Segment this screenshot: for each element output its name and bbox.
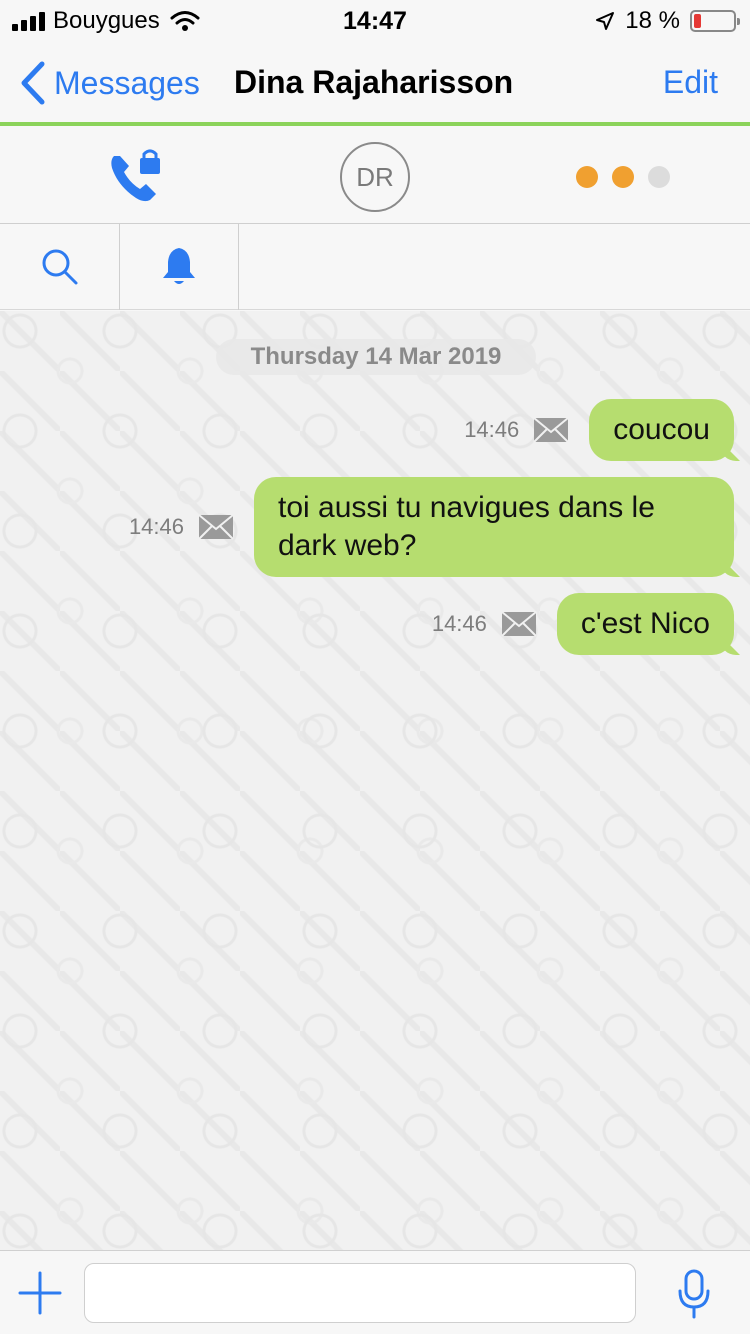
status-dot <box>648 166 670 188</box>
message-row: 14:46 toi aussi tu navigues dans le dark… <box>129 477 734 577</box>
location-arrow-icon <box>596 12 615 30</box>
message-time: 14:46 <box>128 514 184 539</box>
edit-button[interactable]: Edit <box>663 64 718 101</box>
input-bar <box>0 1250 750 1334</box>
date-separator: Thursday 14 Mar 2019 <box>216 339 536 375</box>
envelope-icon <box>501 611 537 637</box>
envelope-icon <box>198 514 234 540</box>
secure-call-button[interactable] <box>104 148 168 208</box>
message-time: 14:46 <box>431 611 487 636</box>
status-dot <box>612 166 634 188</box>
status-right: 18 % <box>595 6 740 36</box>
search-icon <box>42 249 77 285</box>
conversation-title: Dina Rajaharisson <box>234 64 514 100</box>
back-button[interactable]: Messages <box>16 60 200 106</box>
envelope-icon <box>533 417 569 443</box>
status-bar: Bouygues 14:47 18 % <box>0 0 750 40</box>
notifications-button[interactable] <box>119 224 239 310</box>
back-button-label: Messages <box>54 64 200 101</box>
microphone-icon[interactable] <box>676 1269 712 1319</box>
message-time: 14:46 <box>464 417 520 442</box>
nav-bar: Messages Dina Rajaharisson Edit <box>0 40 750 126</box>
message-meta: 14:46 <box>464 417 569 443</box>
status-dot <box>576 166 598 188</box>
action-bar <box>0 224 750 310</box>
status-dots[interactable] <box>576 166 670 188</box>
phone-lock-icon <box>111 149 160 202</box>
chat-area[interactable]: Thursday 14 Mar 2019 14:46 coucou 14:46 … <box>0 311 750 1250</box>
battery-icon <box>690 10 740 32</box>
battery-fill <box>694 14 701 28</box>
message-bubble[interactable]: toi aussi tu navigues dans le dark web? <box>254 477 734 577</box>
plus-icon[interactable] <box>18 1271 62 1315</box>
battery-percent: 18 % <box>625 7 680 34</box>
contact-bar: DR <box>0 130 750 224</box>
avatar[interactable]: DR <box>340 142 410 212</box>
chevron-left-icon <box>21 61 45 105</box>
message-row: 14:46 c'est Nico <box>432 593 734 655</box>
message-bubble[interactable]: coucou <box>589 399 734 461</box>
message-input[interactable] <box>84 1263 636 1323</box>
message-meta: 14:46 <box>432 611 537 637</box>
bell-icon <box>162 248 195 284</box>
search-button[interactable] <box>0 224 120 310</box>
message-row: 14:46 coucou <box>464 399 734 461</box>
message-bubble[interactable]: c'est Nico <box>556 593 734 655</box>
message-meta: 14:46 <box>129 514 234 540</box>
